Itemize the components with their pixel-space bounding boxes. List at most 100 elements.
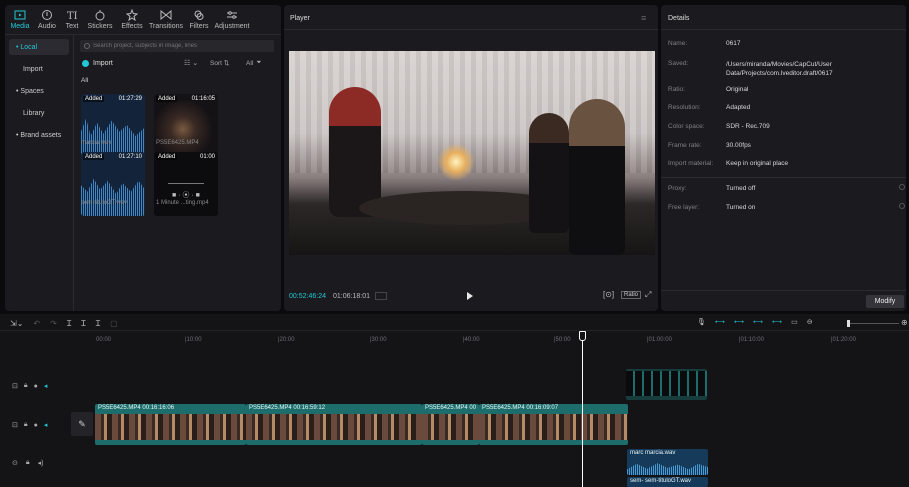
import-label: Import bbox=[93, 59, 113, 67]
nav-local[interactable]: • Local bbox=[9, 39, 69, 55]
filter-icon: ⏷ bbox=[256, 59, 262, 66]
left-nav: • Local Import • Spaces Library • Brand … bbox=[5, 35, 73, 143]
tab-audio[interactable]: Audio bbox=[33, 9, 61, 30]
timeline-toolbar-divider bbox=[0, 330, 909, 331]
play-button[interactable] bbox=[467, 292, 473, 300]
zoom-in-icon[interactable]: ⊕ bbox=[901, 318, 908, 327]
tab-stickers[interactable]: Stickers bbox=[83, 9, 117, 30]
free-layer-info-icon[interactable] bbox=[899, 203, 905, 209]
timecode-format-icon[interactable] bbox=[375, 292, 387, 300]
all-filter-button[interactable]: All ⏷ bbox=[246, 58, 261, 68]
tab-text[interactable]: TI Text bbox=[61, 9, 83, 30]
linkage-icon[interactable]: ⟷ bbox=[753, 318, 763, 326]
eye-icon[interactable]: ● bbox=[34, 422, 38, 429]
audio-toggle-icon[interactable]: ◂ bbox=[44, 382, 48, 390]
playhead-handle[interactable] bbox=[579, 331, 586, 341]
audio-clip-label: marc marcia.wav bbox=[630, 450, 676, 456]
added-badge: Added bbox=[156, 96, 178, 102]
details-panel bbox=[661, 5, 906, 311]
ruler-tick: |20:00 bbox=[278, 337, 295, 343]
ruler-tick: |01:10:00 bbox=[739, 337, 764, 343]
undo-icon[interactable]: ↶ bbox=[33, 319, 40, 328]
nav-import[interactable]: Import bbox=[9, 61, 69, 77]
tab-text-label: Text bbox=[65, 23, 79, 30]
media-item-name: 1 Minute ...ting.mp4 bbox=[156, 200, 209, 206]
split-icon[interactable]: Ɪ bbox=[67, 318, 71, 329]
timeline-ruler[interactable] bbox=[95, 333, 909, 345]
lock-icon[interactable]: 🔒︎ bbox=[24, 421, 28, 429]
mini-waveform bbox=[168, 176, 204, 184]
import-button[interactable]: Import bbox=[82, 58, 113, 68]
ruler-tick: |40:00 bbox=[463, 337, 480, 343]
tab-stickers-label: Stickers bbox=[87, 23, 113, 30]
view-toggle-button[interactable]: ☷ ⌄ bbox=[184, 58, 198, 68]
detail-label-color-space: Color space: bbox=[668, 123, 705, 130]
zoom-slider-thumb[interactable] bbox=[847, 320, 850, 327]
overlay-track-icon[interactable]: ⊡ bbox=[12, 382, 18, 390]
video-preview[interactable] bbox=[289, 51, 655, 255]
video-clip[interactable]: PS5E6425.MP4 00:16:16:06 bbox=[95, 404, 246, 445]
preview-axis-icon[interactable]: ⟷ bbox=[772, 318, 782, 326]
nav-brand-assets[interactable]: • Brand assets bbox=[9, 127, 69, 143]
split-left-icon[interactable]: Ɪ bbox=[81, 318, 85, 329]
tab-effects[interactable]: Effects bbox=[117, 9, 147, 30]
nav-spaces[interactable]: • Spaces bbox=[9, 83, 69, 99]
caption-icon[interactable]: ▭ bbox=[791, 318, 798, 326]
audio-toggle-icon[interactable]: ◂ bbox=[44, 421, 48, 429]
details-section-divider bbox=[661, 177, 906, 178]
lock-icon[interactable]: 🔒︎ bbox=[24, 382, 28, 390]
duration: 01:16:05 bbox=[191, 96, 215, 102]
audio-clip-marcia[interactable]: marc marcia.wav bbox=[627, 449, 708, 475]
video-clip[interactable]: PS5E6425.MP4 00:16:59:12 bbox=[246, 404, 422, 445]
eye-icon[interactable]: ● bbox=[34, 383, 38, 390]
tab-media[interactable]: Media bbox=[7, 9, 33, 30]
zoom-out-icon[interactable]: ⊖ bbox=[807, 318, 813, 326]
zoom-slider[interactable] bbox=[847, 320, 899, 327]
all-filter-label: All bbox=[246, 59, 254, 67]
main-track-magnet-icon[interactable]: ⟷ bbox=[715, 318, 725, 326]
tab-filters[interactable]: Filters bbox=[185, 9, 213, 30]
main-track-icon[interactable]: ⊡ bbox=[12, 421, 18, 429]
ruler-tick: |01:20:00 bbox=[831, 337, 856, 343]
media-item-1-minute[interactable]: Added 01:00 ■ · ⦿ · ■ bbox=[154, 152, 218, 216]
proxy-info-icon[interactable] bbox=[899, 184, 905, 190]
fullscreen-icon[interactable]: ⤢ bbox=[645, 290, 651, 300]
media-item-sem-titulo[interactable]: Added 01:27:10 bbox=[81, 152, 145, 216]
detail-value-proxy[interactable]: Turned off bbox=[726, 185, 755, 192]
select-cursor-icon[interactable]: ⇲⌄ bbox=[10, 319, 23, 328]
cover-button[interactable]: ✎ bbox=[71, 412, 93, 436]
detail-label-resolution: Resolution: bbox=[668, 104, 701, 111]
media-item-marcia[interactable]: Added 01:27:29 bbox=[81, 94, 145, 158]
overlay-clip[interactable] bbox=[626, 369, 707, 400]
detail-value-resolution: Adapted bbox=[726, 104, 751, 111]
split-right-icon[interactable]: Ɪ bbox=[96, 318, 100, 329]
redo-icon[interactable]: ↷ bbox=[50, 319, 57, 328]
ruler-tick: |01:00:00 bbox=[647, 337, 672, 343]
tab-adjustment[interactable]: Adjustment bbox=[213, 9, 251, 30]
tab-transitions[interactable]: Transitions bbox=[147, 9, 185, 30]
ratio-button[interactable]: Ratio bbox=[621, 291, 642, 299]
detail-value-free-layer[interactable]: Turned on bbox=[726, 204, 755, 211]
audio-track-icon[interactable]: ⊙ bbox=[12, 459, 18, 467]
sort-button[interactable]: Sort ⇅ bbox=[210, 58, 229, 68]
detail-value-saved: /Users/miranda/Movies/CapCut/User Data/P… bbox=[726, 61, 833, 77]
microphone-icon[interactable]: 🎙 bbox=[697, 318, 706, 326]
video-clip[interactable]: PS5E6425.MP4 00 bbox=[422, 404, 479, 445]
audio-clip-label: sem- sem-tituloGT.wav bbox=[630, 478, 692, 484]
volume-icon[interactable]: ◂) bbox=[38, 459, 44, 467]
media-search[interactable] bbox=[80, 40, 274, 52]
tool-tabs: Media Audio TI Text Stickers Effects Tra… bbox=[7, 9, 251, 30]
player-menu-icon[interactable]: ≡ bbox=[641, 13, 646, 23]
detail-label-frame-rate: Frame rate: bbox=[668, 142, 702, 149]
fit-icon[interactable]: [⊙] bbox=[603, 290, 614, 299]
nav-library[interactable]: Library bbox=[9, 105, 69, 121]
playhead-line[interactable] bbox=[582, 341, 583, 487]
delete-icon[interactable]: ▢ bbox=[110, 319, 118, 328]
lock-icon[interactable]: 🔒︎ bbox=[26, 459, 30, 467]
video-clip[interactable]: PS5E6425.MP4 00:16:09:07 bbox=[479, 404, 628, 445]
auto-snap-icon[interactable]: ⟷ bbox=[734, 318, 744, 326]
search-input[interactable] bbox=[93, 43, 263, 49]
media-item-ps5e6425[interactable]: Added 01:16:05 bbox=[154, 94, 218, 158]
audio-clip-sem-titulo[interactable]: sem- sem-tituloGT.wav bbox=[627, 477, 708, 487]
modify-button[interactable]: Modify bbox=[866, 295, 904, 308]
